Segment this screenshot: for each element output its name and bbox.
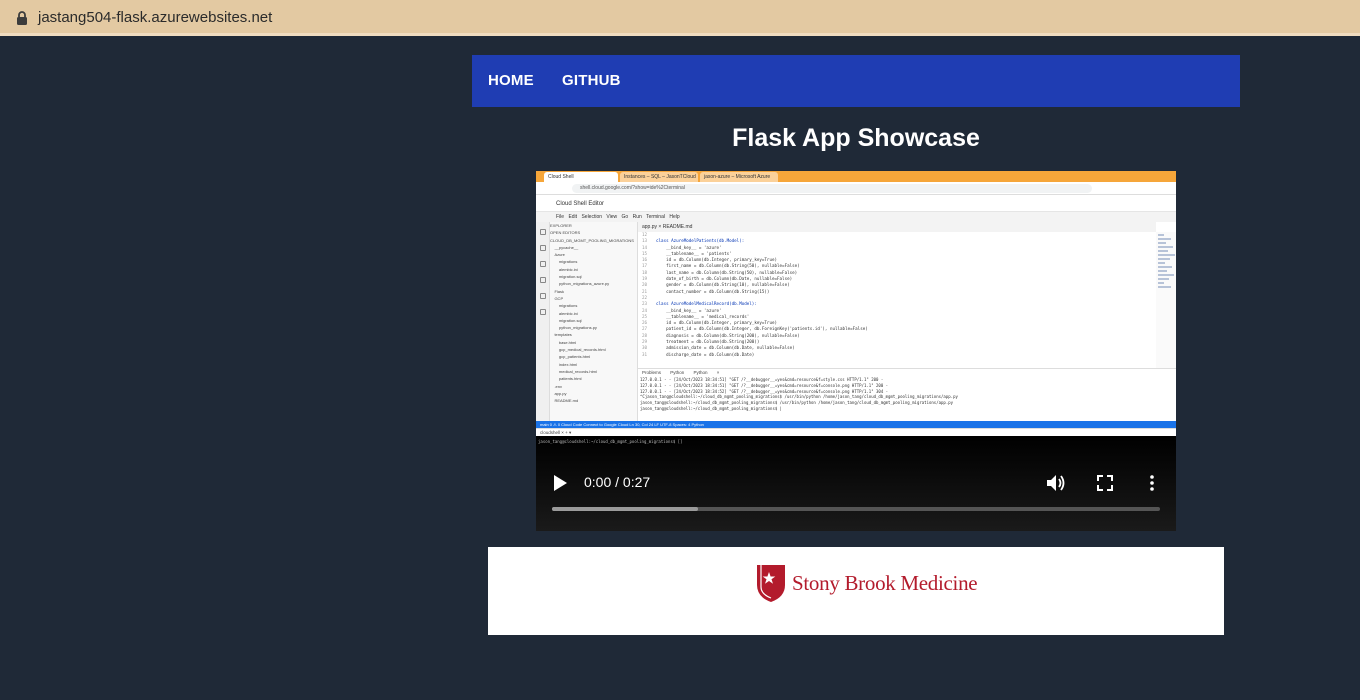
frame-tab: Instances – SQL – JasonTCloud	[620, 172, 698, 182]
frame-editor-tabs: app.py × README.md	[638, 222, 1156, 232]
frame-explorer-item: .env	[550, 383, 563, 389]
frame-explorer-item: python_migrations_azure.py	[550, 281, 610, 287]
page-title: Flask App Showcase	[732, 124, 980, 152]
frame-term2-line: jason_tang@cloudshell:~/cloud_db_mgmt_po…	[538, 439, 683, 444]
top-navbar: HOME GITHUB	[472, 55, 1240, 107]
frame-explorer-item: alembic.ini	[550, 266, 578, 272]
frame-explorer-item: EXPLORER	[550, 223, 572, 228]
frame-explorer: EXPLORER OPEN EDITORS CLOUD_DB_MGMT_POOLIN…	[550, 222, 638, 421]
more-options-icon[interactable]	[1146, 474, 1158, 492]
frame-explorer-item: README.md	[550, 398, 579, 404]
frame-explorer-item: migrations	[550, 303, 578, 309]
frame-status-bar: main 0 ⚠ 0 Cloud Code Connect to Google …	[536, 421, 1176, 428]
frame-activity-bar	[536, 222, 550, 421]
frame-explorer-item: Flask	[550, 288, 565, 294]
frame-panel-tabs: Problems Python Python ×	[642, 370, 720, 375]
frame-explorer-item: index.html	[550, 361, 578, 367]
frame-explorer-item: gcp_medical_records.html	[550, 347, 606, 353]
frame-menu-bar: File Edit Selection View Go Run Terminal…	[536, 212, 1176, 222]
frame-code-line: 31 discharge_date = db.Column(db.Date)	[642, 351, 755, 357]
video-buffered-bar	[552, 507, 698, 511]
frame-explorer-item: migration.sql	[550, 274, 582, 280]
nav-link-github[interactable]: GITHUB	[562, 72, 621, 89]
browser-url-bar[interactable]: jastang504-flask.azurewebsites.net	[0, 0, 1360, 36]
frame-app-title: Cloud Shell Editor	[536, 196, 1176, 212]
frame-explorer-item: OPEN EDITORS	[550, 230, 581, 236]
frame-explorer-item: CLOUD_DB_MGMT_POOLING_MIGRATIONS	[550, 237, 634, 243]
logo-banner: Stony Brook Medicine	[488, 547, 1224, 635]
frame-explorer-item: templates	[550, 332, 572, 338]
frame-tab: Cloud Shell	[544, 172, 618, 182]
video-frame: Cloud Shell Instances – SQL – JasonTClou…	[536, 171, 1176, 446]
frame-explorer-item: patients.html	[550, 376, 582, 382]
frame-explorer-item: python_migrations.py	[550, 325, 597, 331]
frame-code-editor: app.py × README.md 12 13 class AzureModelP…	[638, 222, 1156, 368]
stony-brook-shield-icon	[757, 565, 785, 602]
frame-terminal-panel: Problems Python Python × 127.0.0.1 - - […	[638, 368, 1176, 421]
play-icon[interactable]	[552, 474, 568, 492]
frame-explorer-item: medical_records.html	[550, 368, 597, 374]
frame-explorer-item: migrations	[550, 259, 578, 265]
frame-explorer-item: gcp_patients.html	[550, 354, 591, 360]
frame-chrome-tabbar: Cloud Shell Instances – SQL – JasonTClou…	[536, 171, 1176, 182]
nav-link-home[interactable]: HOME	[488, 72, 534, 89]
volume-icon[interactable]	[1046, 474, 1066, 492]
frame-tab: jason-azure – Microsoft Azure	[700, 172, 778, 182]
frame-minimap	[1156, 232, 1176, 368]
frame-explorer-item: base.html	[550, 339, 577, 345]
frame-explorer-item: GCP	[550, 295, 564, 301]
lock-icon	[17, 11, 27, 25]
frame-explorer-item: alembic.ini	[550, 310, 578, 316]
frame-explorer-item: Azure	[550, 252, 565, 258]
frame-explorer-item: app.py	[550, 390, 567, 396]
fullscreen-icon[interactable]	[1097, 475, 1113, 491]
frame-address-text: shell.cloud.google.com/?show=ide%2Ctermi…	[572, 184, 1092, 193]
video-player[interactable]: Cloud Shell Instances – SQL – JasonTClou…	[536, 171, 1176, 531]
url-text[interactable]: jastang504-flask.azurewebsites.net	[38, 9, 272, 26]
video-progress-bar[interactable]	[552, 507, 1160, 511]
frame-explorer-item: __pycache__	[550, 244, 579, 250]
logo-text: Stony Brook Medicine	[792, 571, 978, 595]
frame-address-bar: shell.cloud.google.com/?show=ide%2Ctermi…	[536, 182, 1176, 195]
frame-terminal-line: jason_tang@cloudshell:~/cloud_db_mgmt_po…	[640, 405, 783, 411]
video-time: 0:00 / 0:27	[584, 474, 651, 490]
frame-explorer-item: migration.sql	[550, 317, 582, 323]
